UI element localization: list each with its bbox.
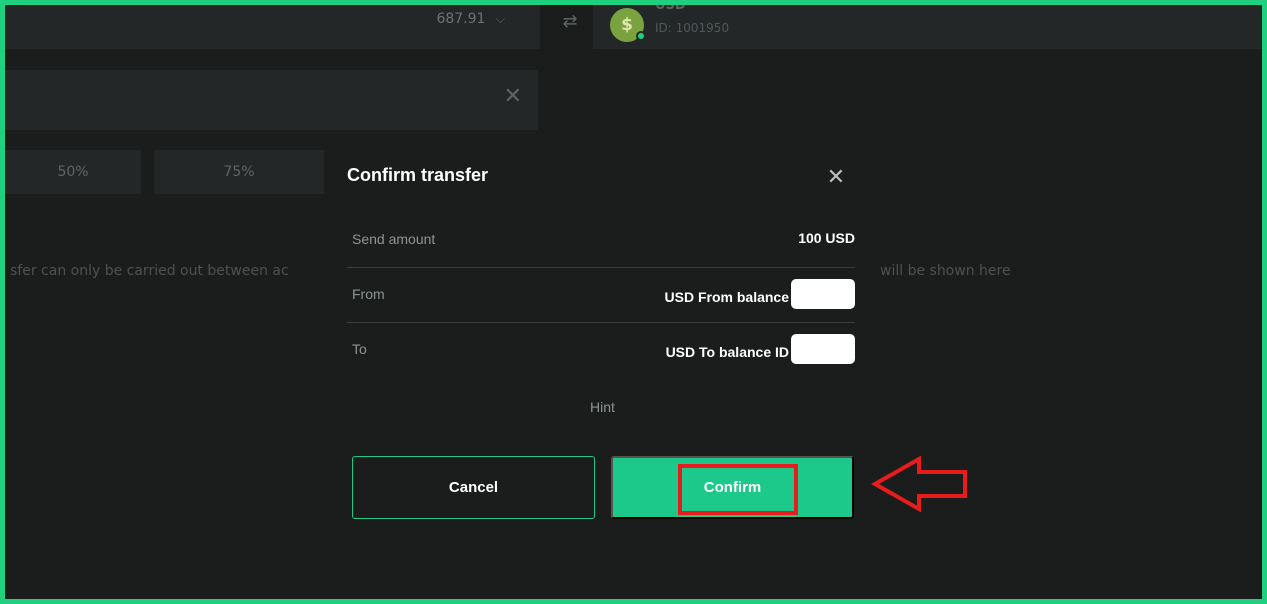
redacted-id (791, 279, 855, 309)
row-label: From (352, 286, 385, 302)
history-placeholder: will be shown here (880, 263, 1011, 279)
summary-row-to: To USD To balance ID (347, 323, 855, 378)
modal-title: Confirm transfer (347, 165, 489, 185)
percent-75-button[interactable]: 75% (154, 150, 324, 194)
transfer-notice: sfer can only be carried out between ac (10, 263, 289, 279)
close-icon[interactable]: ✕ (821, 163, 851, 193)
status-dot (636, 31, 646, 41)
send-amount-value: 100 USD (798, 230, 855, 246)
chevron-down-icon[interactable]: ⌵ (496, 12, 505, 26)
account-selector[interactable]: $ USD ID: 1001950 (593, 5, 1262, 49)
summary-row-amount: Send amount 100 USD (347, 213, 855, 268)
percent-50-button[interactable]: 50% (5, 150, 141, 194)
amount-input[interactable]: ✕ (5, 70, 538, 130)
clear-icon[interactable]: ✕ (504, 84, 522, 109)
balance-value: 687.91 (436, 11, 486, 27)
annotation-arrow-icon (871, 455, 967, 513)
swap-icon[interactable]: ⇄ (550, 5, 590, 49)
to-balance-value: USD To balance ID (665, 344, 789, 360)
summary-row-from: From USD From balance (347, 268, 855, 323)
confirm-transfer-modal: Confirm transfer ✕ Send amount 100 USD F… (325, 133, 880, 563)
screenshot-frame: 687.91 ⌵ ⇄ $ USD ID: 1001950 ✕ 50% 75% s… (0, 0, 1267, 604)
row-value: USD From balance (664, 279, 855, 309)
row-value: USD To balance ID (665, 334, 855, 364)
balance-bar[interactable]: 687.91 ⌵ (5, 5, 540, 49)
row-label: Send amount (352, 231, 436, 247)
row-label: To (352, 341, 367, 357)
confirm-highlight-box (678, 464, 798, 515)
cancel-button[interactable]: Cancel (352, 456, 595, 519)
account-id: ID: 1001950 (655, 21, 730, 35)
account-currency: USD (655, 0, 686, 13)
redacted-id (791, 334, 855, 364)
row-value: 100 USD (798, 230, 855, 246)
from-balance-value: USD From balance (664, 289, 789, 305)
balance-display: 687.91 ⌵ (436, 11, 505, 27)
hint-link[interactable]: Hint (325, 399, 880, 415)
